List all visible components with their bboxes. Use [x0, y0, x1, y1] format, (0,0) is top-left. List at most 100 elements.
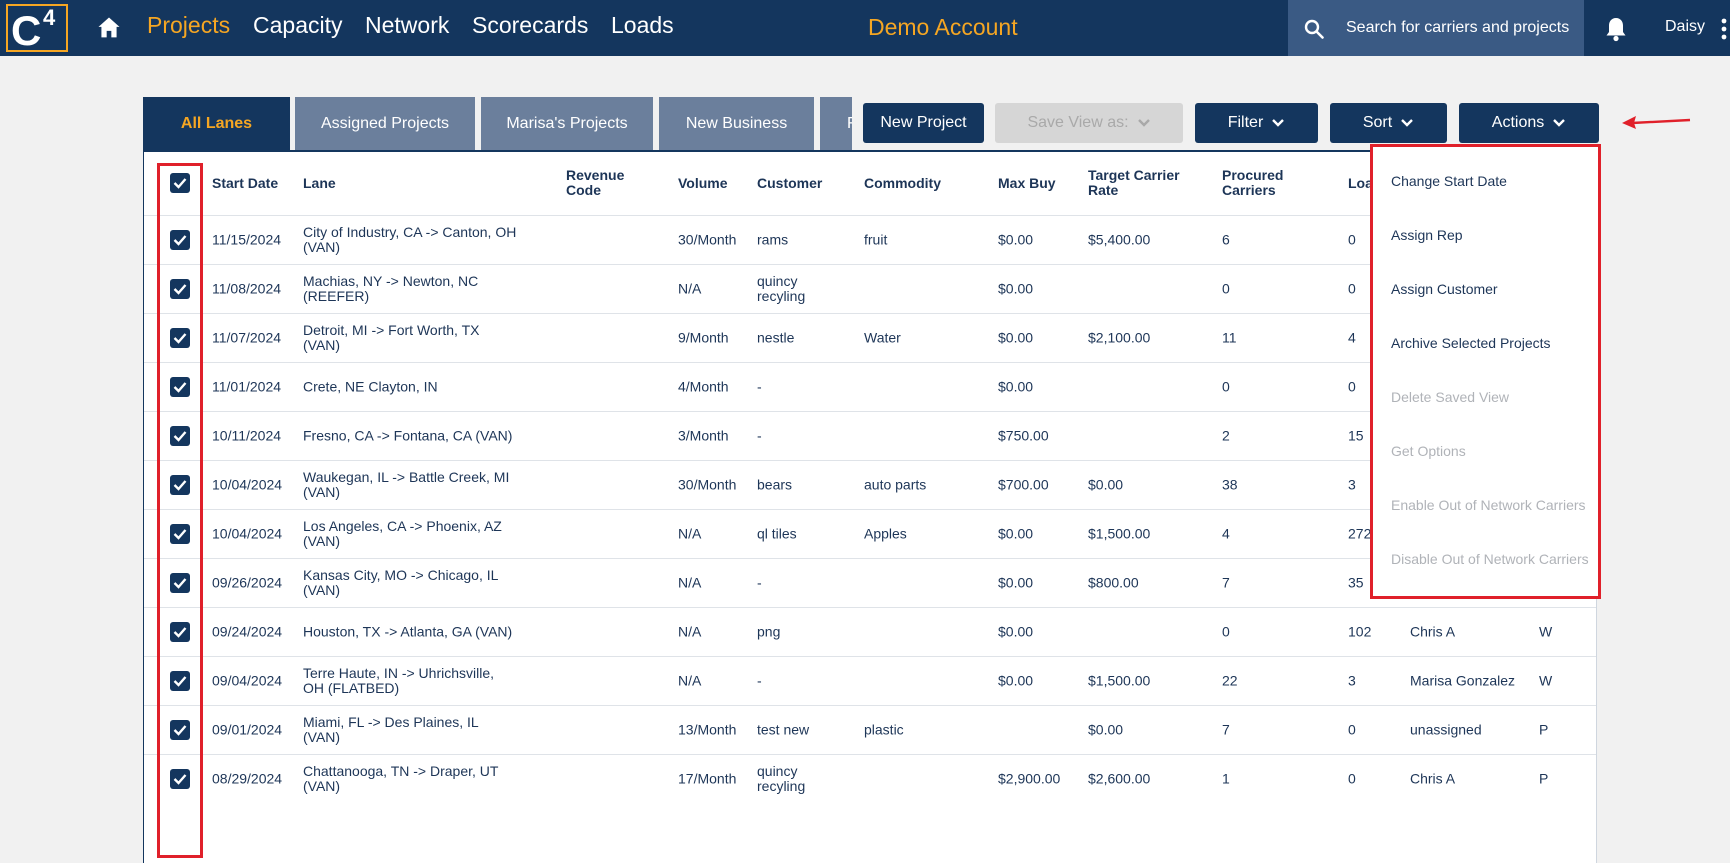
bell-icon[interactable] [1604, 16, 1628, 42]
cell-start-date: 08/29/2024 [212, 770, 283, 787]
cell-start-date: 11/07/2024 [212, 329, 282, 346]
cell-loads: 3 [1348, 476, 1356, 493]
cell-procured-carriers: 7 [1222, 574, 1230, 591]
cell-commodity: Apples [864, 525, 907, 542]
cell-max-buy: $0.00 [998, 525, 1034, 542]
header-target-carrier-rate[interactable]: Target Carrier Rate [1088, 168, 1188, 198]
tab-truncated[interactable]: F [820, 97, 852, 151]
cell-max-buy: $0.00 [998, 623, 1034, 640]
table-row[interactable]: 08/29/2024 Chattanooga, TN -> Draper, UT … [144, 754, 1596, 803]
tab-marisas-projects[interactable]: Marisa's Projects [481, 97, 653, 151]
header-commodity[interactable]: Commodity [864, 176, 941, 191]
nav-network[interactable]: Network [365, 12, 449, 39]
cell-volume: N/A [678, 672, 702, 689]
svg-text:C: C [11, 7, 41, 53]
menu-assign-rep[interactable]: Assign Rep [1391, 227, 1463, 243]
cell-target-carrier-rate: $2,600.00 [1088, 770, 1151, 787]
filter-button[interactable]: Filter [1195, 103, 1318, 143]
search-input[interactable]: Search for carriers and projects [1288, 0, 1584, 56]
cell-loads: 272 [1348, 525, 1372, 542]
cell-start-date: 10/04/2024 [212, 525, 283, 542]
cell-volume: 30/Month [678, 231, 737, 248]
cell-lane[interactable]: Detroit, MI -> Fort Worth, TX (VAN) [303, 323, 518, 353]
cell-volume: 17/Month [678, 770, 737, 787]
tab-new-business[interactable]: New Business [659, 97, 814, 151]
cell-commodity: plastic [864, 721, 904, 738]
cell-max-buy: $0.00 [998, 280, 1034, 297]
tab-all-lanes[interactable]: All Lanes [143, 97, 290, 151]
cell-lane[interactable]: Miami, FL -> Des Plaines, IL (VAN) [303, 715, 518, 745]
nav-scorecards[interactable]: Scorecards [472, 12, 588, 39]
cell-lane[interactable]: Chattanooga, TN -> Draper, UT (VAN) [303, 764, 518, 794]
cell-volume: 9/Month [678, 329, 729, 346]
actions-button[interactable]: Actions [1459, 103, 1599, 143]
cell-loads: 3 [1348, 672, 1356, 689]
sort-button[interactable]: Sort [1330, 103, 1447, 143]
chevron-down-icon [1553, 119, 1566, 127]
more-vertical-icon[interactable] [1720, 18, 1728, 40]
new-project-button[interactable]: New Project [863, 103, 984, 143]
cell-customer: quincy recyling [757, 273, 806, 304]
menu-archive-selected-projects[interactable]: Archive Selected Projects [1391, 335, 1551, 351]
checkbox-column-highlight [157, 163, 203, 858]
cell-procured-carriers: 0 [1222, 378, 1230, 395]
save-view-label: Save View as: [1027, 114, 1129, 131]
cell-customer: test new [757, 721, 810, 738]
cell-target-carrier-rate: $5,400.00 [1088, 231, 1151, 248]
account-name: Demo Account [868, 14, 1018, 40]
cell-lane[interactable]: Houston, TX -> Atlanta, GA (VAN) [303, 624, 518, 640]
header-volume[interactable]: Volume [678, 176, 728, 191]
cell-loads: 35 [1348, 574, 1364, 591]
cell-lane[interactable]: Waukegan, IL -> Battle Creek, MI (VAN) [303, 470, 518, 500]
cell-lane[interactable]: Machias, NY -> Newton, NC (REEFER) [303, 274, 518, 304]
header-lane[interactable]: Lane [303, 176, 336, 191]
cell-rep: Marisa Gonzalez [1410, 672, 1516, 689]
save-view-button[interactable]: Save View as: [995, 103, 1183, 143]
header-max-buy[interactable]: Max Buy [998, 176, 1056, 191]
tab-assigned-projects[interactable]: Assigned Projects [295, 97, 475, 151]
table-row[interactable]: 09/01/2024 Miami, FL -> Des Plaines, IL (… [144, 705, 1596, 754]
cell-status: P [1539, 721, 1549, 738]
header-procured-carriers[interactable]: Procured Carriers [1222, 168, 1302, 198]
header-revenue-code[interactable]: Revenue Code [566, 168, 636, 198]
home-icon[interactable] [95, 14, 123, 42]
nav-capacity[interactable]: Capacity [253, 12, 342, 39]
cell-loads: 0 [1348, 231, 1356, 248]
search-placeholder: Search for carriers and projects [1346, 19, 1570, 36]
chevron-down-icon [1401, 119, 1414, 127]
menu-assign-customer[interactable]: Assign Customer [1391, 281, 1498, 297]
nav-projects[interactable]: Projects [147, 12, 230, 39]
cell-start-date: 11/15/2024 [212, 231, 282, 248]
cell-start-date: 11/08/2024 [212, 280, 282, 297]
cell-max-buy: $2,900.00 [998, 770, 1061, 787]
cell-rep: Chris A [1410, 623, 1456, 640]
chevron-down-icon [1272, 119, 1285, 127]
cell-procured-carriers: 22 [1222, 672, 1238, 689]
header-start-date[interactable]: Start Date [212, 176, 278, 191]
cell-status: P [1539, 770, 1549, 787]
cell-max-buy: $0.00 [998, 231, 1034, 248]
cell-volume: N/A [678, 280, 702, 297]
cell-lane[interactable]: Los Angeles, CA -> Phoenix, AZ (VAN) [303, 519, 518, 549]
cell-lane[interactable]: Kansas City, MO -> Chicago, IL (VAN) [303, 568, 518, 598]
cell-start-date: 09/01/2024 [212, 721, 283, 738]
header-customer[interactable]: Customer [757, 176, 822, 191]
menu-change-start-date[interactable]: Change Start Date [1391, 173, 1507, 189]
cell-lane[interactable]: Terre Haute, IN -> Uhrichsville, OH (FLA… [303, 666, 518, 696]
cell-max-buy: $0.00 [998, 378, 1034, 395]
cell-loads: 0 [1348, 378, 1356, 395]
cell-volume: N/A [678, 623, 702, 640]
cell-volume: 3/Month [678, 427, 729, 444]
cell-target-carrier-rate: $1,500.00 [1088, 672, 1151, 689]
cell-lane[interactable]: City of Industry, CA -> Canton, OH (VAN) [303, 225, 518, 255]
table-row[interactable]: 09/24/2024 Houston, TX -> Atlanta, GA (VA… [144, 607, 1596, 656]
nav-loads[interactable]: Loads [611, 12, 674, 39]
cell-loads: 0 [1348, 770, 1356, 787]
search-icon [1304, 19, 1324, 39]
cell-lane[interactable]: Crete, NE Clayton, IN [303, 379, 518, 395]
table-row[interactable]: 09/04/2024 Terre Haute, IN -> Uhrichsvill… [144, 656, 1596, 705]
cell-lane[interactable]: Fresno, CA -> Fontana, CA (VAN) [303, 428, 518, 444]
user-name[interactable]: Daisy [1665, 18, 1705, 36]
c4-logo[interactable]: C 4 [5, 3, 73, 53]
chevron-down-icon [1137, 119, 1150, 127]
